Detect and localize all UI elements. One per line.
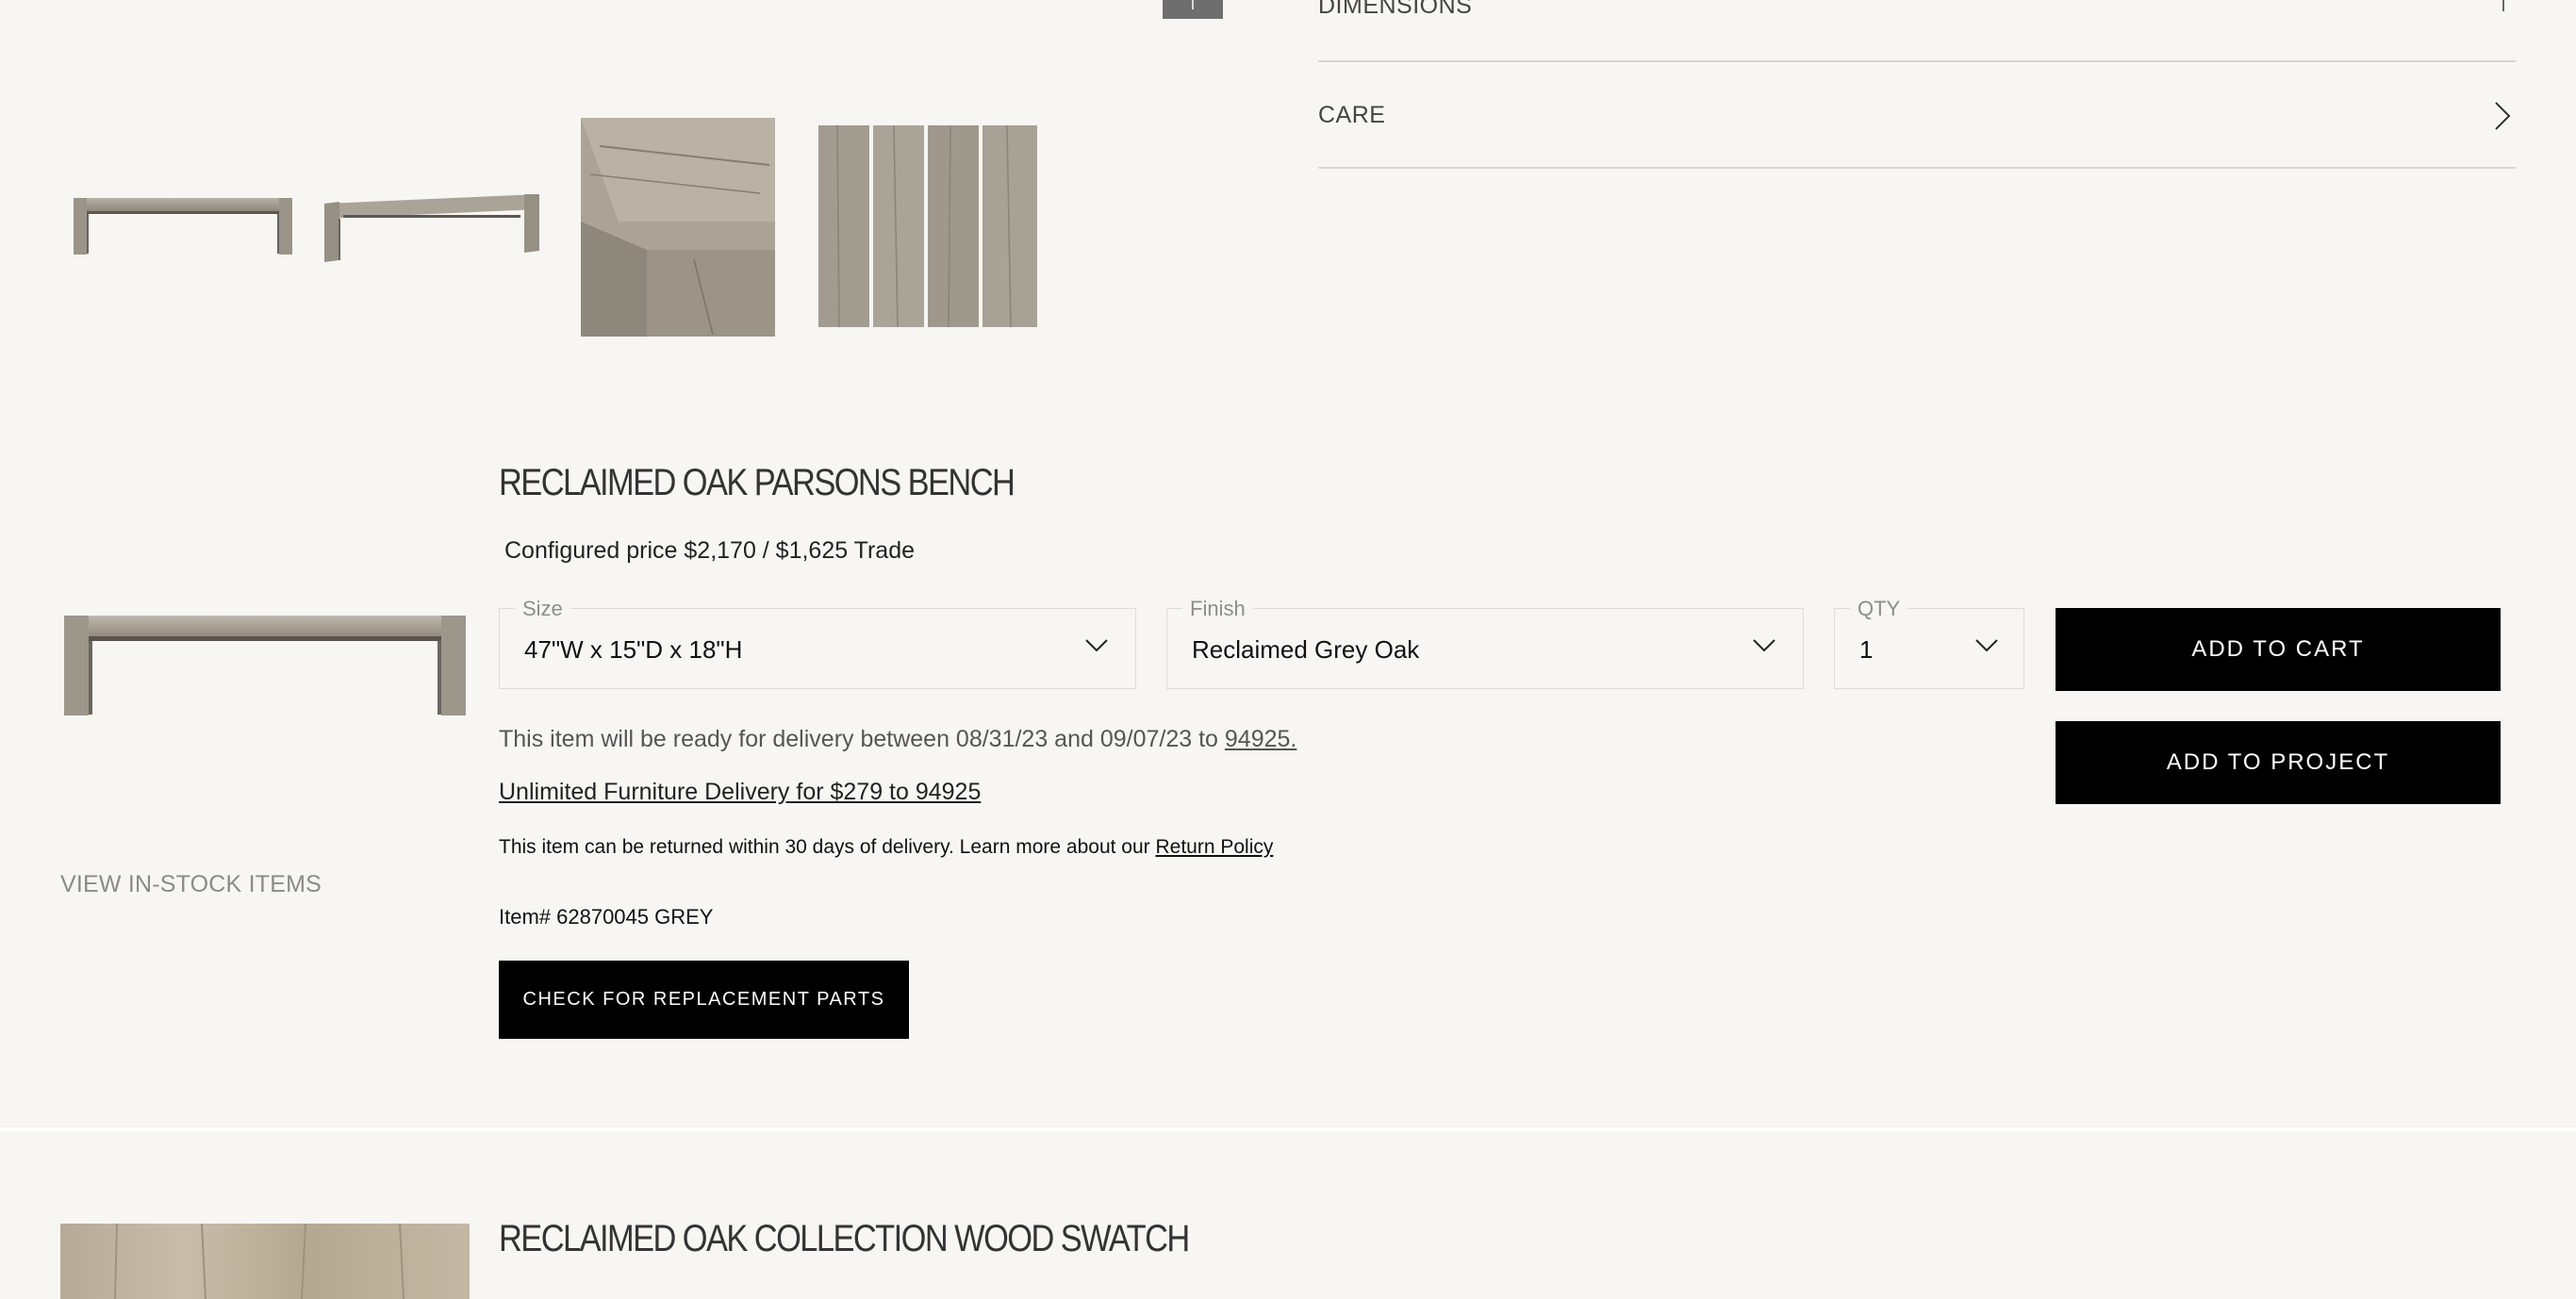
return-info: This item can be returned within 30 days…: [499, 836, 1273, 859]
return-policy-link[interactable]: Return Policy: [1155, 836, 1273, 858]
product-title: RECLAIMED OAK PARSONS BENCH: [499, 462, 1016, 503]
accordion-divider: [1318, 60, 2516, 62]
delivery-info-text: This item will be ready for delivery bet…: [499, 726, 1225, 752]
wood-swatch-image: [60, 1224, 470, 1299]
size-select[interactable]: Size 47"W x 15"D x 18"H: [499, 597, 1136, 689]
configured-price: Configured price $2,170 / $1,625 Trade: [504, 537, 916, 564]
bench-front-thumbnail[interactable]: [72, 189, 294, 264]
qty-select-value: 1: [1859, 635, 1874, 664]
chevron-right-icon[interactable]: [2491, 100, 2514, 132]
finish-select[interactable]: Finish Reclaimed Grey Oak: [1166, 597, 1804, 689]
add-to-project-button[interactable]: ADD TO PROJECT: [2056, 721, 2501, 804]
finish-select-value: Reclaimed Grey Oak: [1192, 635, 1420, 664]
size-select-value: 47"W x 15"D x 18"H: [524, 635, 743, 664]
swatch-product-title: RECLAIMED OAK COLLECTION WOOD SWATCH: [499, 1218, 1190, 1259]
bench-corner-detail-thumbnail[interactable]: [581, 118, 775, 337]
image-zoom-handle[interactable]: [1163, 0, 1223, 19]
qty-select-label: QTY: [1850, 597, 1908, 621]
dimensions-accordion-label[interactable]: DIMENSIONS: [1318, 0, 1472, 20]
product-main-image: [64, 616, 466, 715]
item-number: Item# 62870045 GREY: [499, 905, 714, 929]
check-replacement-parts-button[interactable]: CHECK FOR REPLACEMENT PARTS: [499, 961, 909, 1039]
view-in-stock-link[interactable]: VIEW IN-STOCK ITEMS: [60, 871, 322, 898]
bench-angle-thumbnail[interactable]: [321, 185, 543, 264]
qty-select[interactable]: QTY 1: [1834, 597, 2024, 689]
care-accordion-label[interactable]: CARE: [1318, 102, 1385, 129]
chevron-down-icon: [1975, 639, 1998, 652]
accordion-divider: [1318, 167, 2516, 169]
section-divider: [0, 1127, 2576, 1131]
plus-icon[interactable]: [2489, 0, 2518, 13]
unlimited-delivery-link[interactable]: Unlimited Furniture Delivery for $279 to…: [499, 779, 981, 806]
chevron-down-icon: [1753, 639, 1775, 652]
finish-select-label: Finish: [1182, 597, 1253, 621]
return-info-text: This item can be returned within 30 days…: [499, 836, 1156, 858]
add-to-cart-button[interactable]: ADD TO CART: [2056, 608, 2501, 691]
delivery-zip-link[interactable]: 94925.: [1225, 726, 1296, 752]
chevron-down-icon: [1085, 639, 1108, 652]
wood-planks-thumbnail[interactable]: [818, 125, 1037, 327]
size-select-label: Size: [515, 597, 570, 621]
delivery-info: This item will be ready for delivery bet…: [499, 726, 1296, 753]
